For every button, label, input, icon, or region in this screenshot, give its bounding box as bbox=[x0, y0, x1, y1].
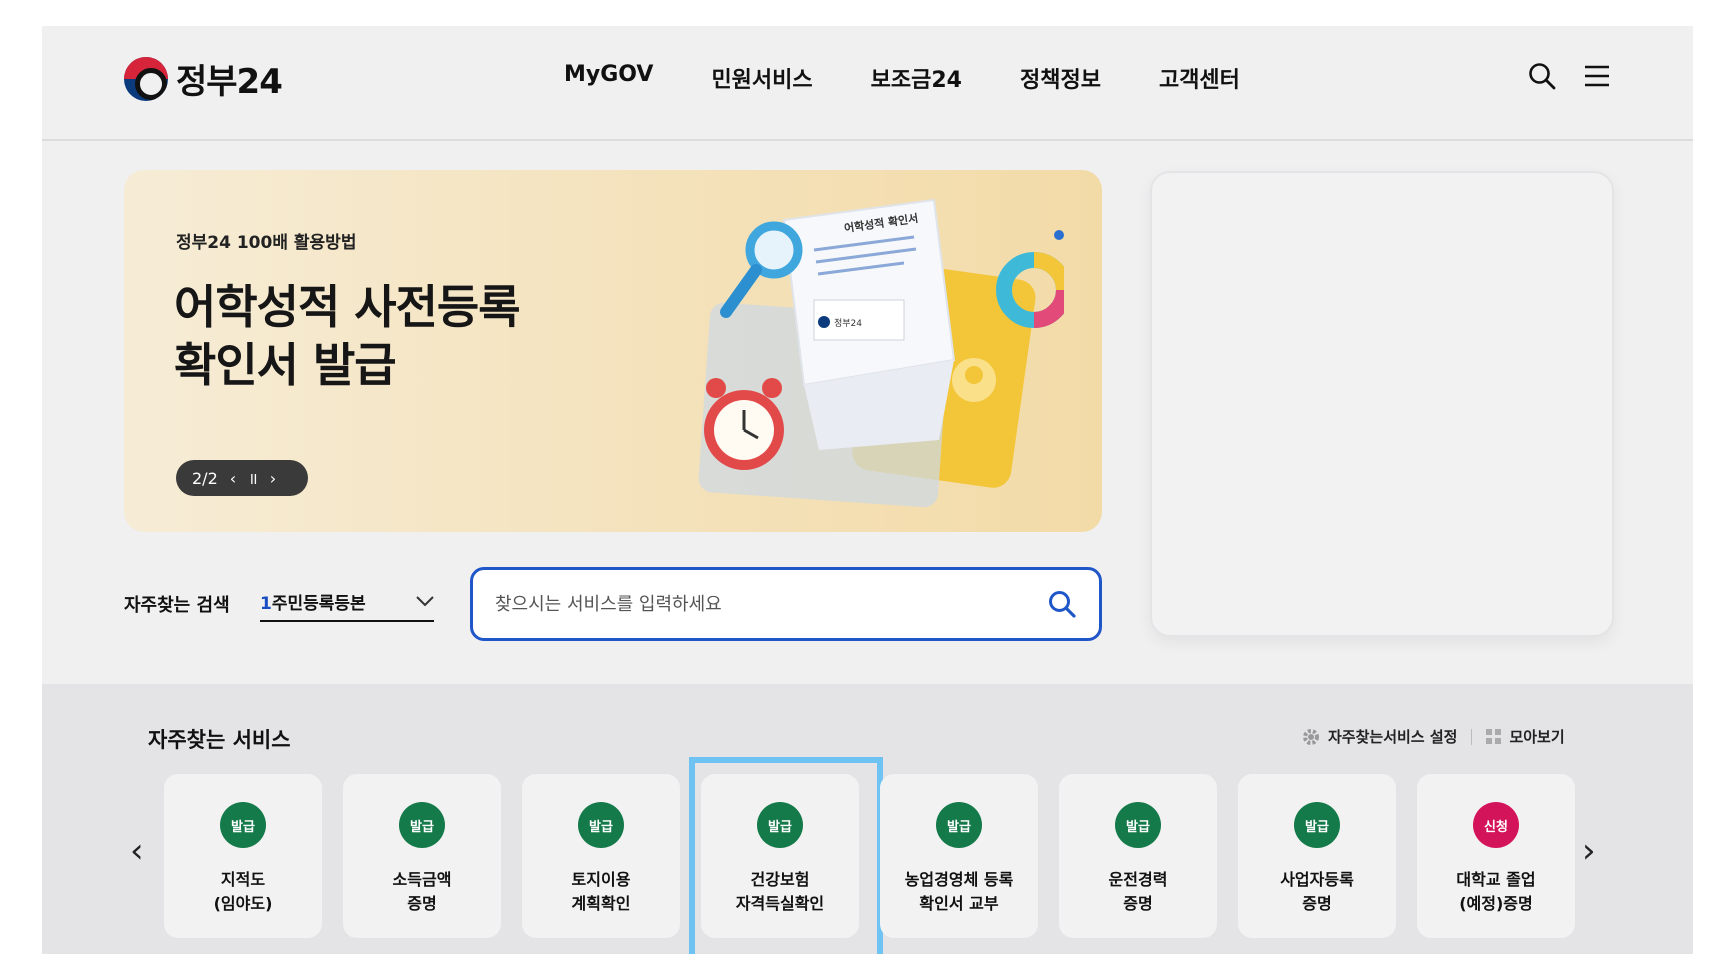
service-card-label: 지적도 (임야도) bbox=[213, 870, 273, 913]
services-settings-link[interactable]: 자주찾는서비스 설정 bbox=[1302, 726, 1457, 747]
banner-title-line2: 확인서 발급 bbox=[174, 338, 397, 392]
next-slide-icon[interactable]: › bbox=[270, 469, 276, 488]
page-frame: 정부24 MyGOV 민원서비스 보조금24 정책정보 고객센터 정부24 10… bbox=[42, 26, 1693, 954]
chevron-down-icon bbox=[416, 596, 434, 607]
nav-customer-center[interactable]: 고객센터 bbox=[1159, 62, 1240, 94]
issue-badge: 발급 bbox=[220, 802, 266, 848]
nav-policy-info[interactable]: 정책정보 bbox=[1020, 62, 1101, 94]
issue-badge: 발급 bbox=[399, 802, 445, 848]
frequent-search-label: 자주찾는 검색 bbox=[124, 595, 230, 616]
services-title: 자주찾는 서비스 bbox=[148, 728, 291, 752]
service-search-box bbox=[470, 567, 1102, 641]
prev-slide-icon[interactable]: ‹ bbox=[230, 469, 236, 488]
service-card-business-registration[interactable]: 발급 사업자등록 증명 bbox=[1238, 774, 1396, 938]
service-card-label: 대학교 졸업 (예정)증명 bbox=[1456, 870, 1536, 913]
issue-badge: 발급 bbox=[578, 802, 624, 848]
side-panel bbox=[1150, 171, 1614, 637]
service-card-health-insurance[interactable]: 발급 건강보험 자격득실확인 bbox=[689, 757, 883, 954]
taegeuk-logo-icon bbox=[124, 56, 168, 101]
site-logo[interactable]: 정부24 bbox=[124, 54, 283, 103]
pause-icon[interactable]: ॥ bbox=[248, 467, 258, 489]
issue-badge: 발급 bbox=[936, 802, 982, 848]
banner-title: 어학성적 사전등록 확인서 발급 bbox=[174, 278, 521, 394]
grid-icon bbox=[1486, 729, 1502, 744]
banner-pager: 2/2 ‹ ॥ › bbox=[176, 460, 308, 496]
issue-badge: 발급 bbox=[1294, 802, 1340, 848]
service-card-label: 소득금액 증명 bbox=[392, 870, 452, 913]
carousel-next-icon[interactable]: › bbox=[1582, 834, 1596, 868]
view-all-label: 모아보기 bbox=[1509, 728, 1565, 746]
service-card-cadastral-map[interactable]: 발급 지적도 (임야도) bbox=[164, 774, 322, 938]
service-card-land-use-plan[interactable]: 발급 토지이용 계획확인 bbox=[522, 774, 680, 938]
carousel-prev-icon[interactable]: ‹ bbox=[130, 834, 144, 868]
frequent-search-rank: 1 bbox=[260, 593, 272, 614]
hamburger-menu-icon[interactable] bbox=[1582, 61, 1612, 91]
service-card-driving-record[interactable]: 발급 운전경력 증명 bbox=[1059, 774, 1217, 938]
art-logo-text: 정부24 bbox=[834, 318, 862, 329]
search-icon[interactable] bbox=[1527, 61, 1557, 91]
banner-title-line1: 어학성적 사전등록 bbox=[174, 280, 521, 334]
promo-banner[interactable]: 정부24 100배 활용방법 어학성적 사전등록 확인서 발급 2/2 ‹ ॥ … bbox=[124, 170, 1102, 532]
nav-civil-services[interactable]: 민원서비스 bbox=[711, 62, 812, 94]
banner-subtitle: 정부24 100배 활용방법 bbox=[176, 233, 357, 253]
settings-link-label: 자주찾는서비스 설정 bbox=[1328, 728, 1458, 746]
view-all-link[interactable]: 모아보기 bbox=[1486, 726, 1565, 747]
gear-icon bbox=[1303, 728, 1319, 745]
service-card-label: 토지이용 계획확인 bbox=[571, 870, 631, 913]
logo-text: 정부24 bbox=[176, 62, 283, 102]
issue-badge: 발급 bbox=[1115, 802, 1161, 848]
frequent-search-value: 1주민등록등본 bbox=[260, 589, 366, 614]
service-card-income-certificate[interactable]: 발급 소득금액 증명 bbox=[343, 774, 501, 938]
service-card-label: 운전경력 증명 bbox=[1108, 870, 1168, 913]
frequent-services-section: 자주찾는 서비스 자주찾는서비스 설정 모아보기 ‹ 발급 지적도 (임야도) … bbox=[42, 684, 1693, 954]
issue-badge: 발급 bbox=[757, 802, 803, 848]
search-submit-icon[interactable] bbox=[1047, 589, 1077, 619]
service-card-label: 사업자등록 증명 bbox=[1280, 870, 1354, 913]
service-cards: 발급 지적도 (임야도) 발급 소득금액 증명 발급 토지이용 계획확인 발급 … bbox=[164, 757, 1575, 954]
site-header: 정부24 MyGOV 민원서비스 보조금24 정책정보 고객센터 bbox=[42, 26, 1693, 141]
frequent-search-dropdown[interactable]: 1주민등록등본 bbox=[260, 582, 434, 622]
apply-badge: 신청 bbox=[1473, 802, 1519, 848]
service-search-input[interactable] bbox=[495, 593, 1047, 615]
service-card-label: 농업경영체 등록 확인서 교부 bbox=[904, 870, 1014, 913]
main-nav: MyGOV 민원서비스 보조금24 정책정보 고객센터 bbox=[564, 62, 1240, 94]
service-card-graduation-certificate[interactable]: 신청 대학교 졸업 (예정)증명 bbox=[1417, 774, 1575, 938]
nav-subsidy24[interactable]: 보조금24 bbox=[871, 62, 962, 94]
pager-count: 2/2 bbox=[192, 468, 218, 488]
service-card-label: 건강보험 자격득실확인 bbox=[735, 870, 825, 913]
certificate-illustration: 어학성적 확인서 정부24 bbox=[698, 198, 1064, 508]
frequent-search-text: 주민등록등본 bbox=[271, 593, 366, 614]
service-card-farm-registration[interactable]: 발급 농업경영체 등록 확인서 교부 bbox=[880, 774, 1038, 938]
link-divider bbox=[1471, 728, 1473, 745]
services-links: 자주찾는서비스 설정 모아보기 bbox=[1302, 726, 1565, 747]
nav-mygov[interactable]: MyGOV bbox=[564, 62, 653, 94]
